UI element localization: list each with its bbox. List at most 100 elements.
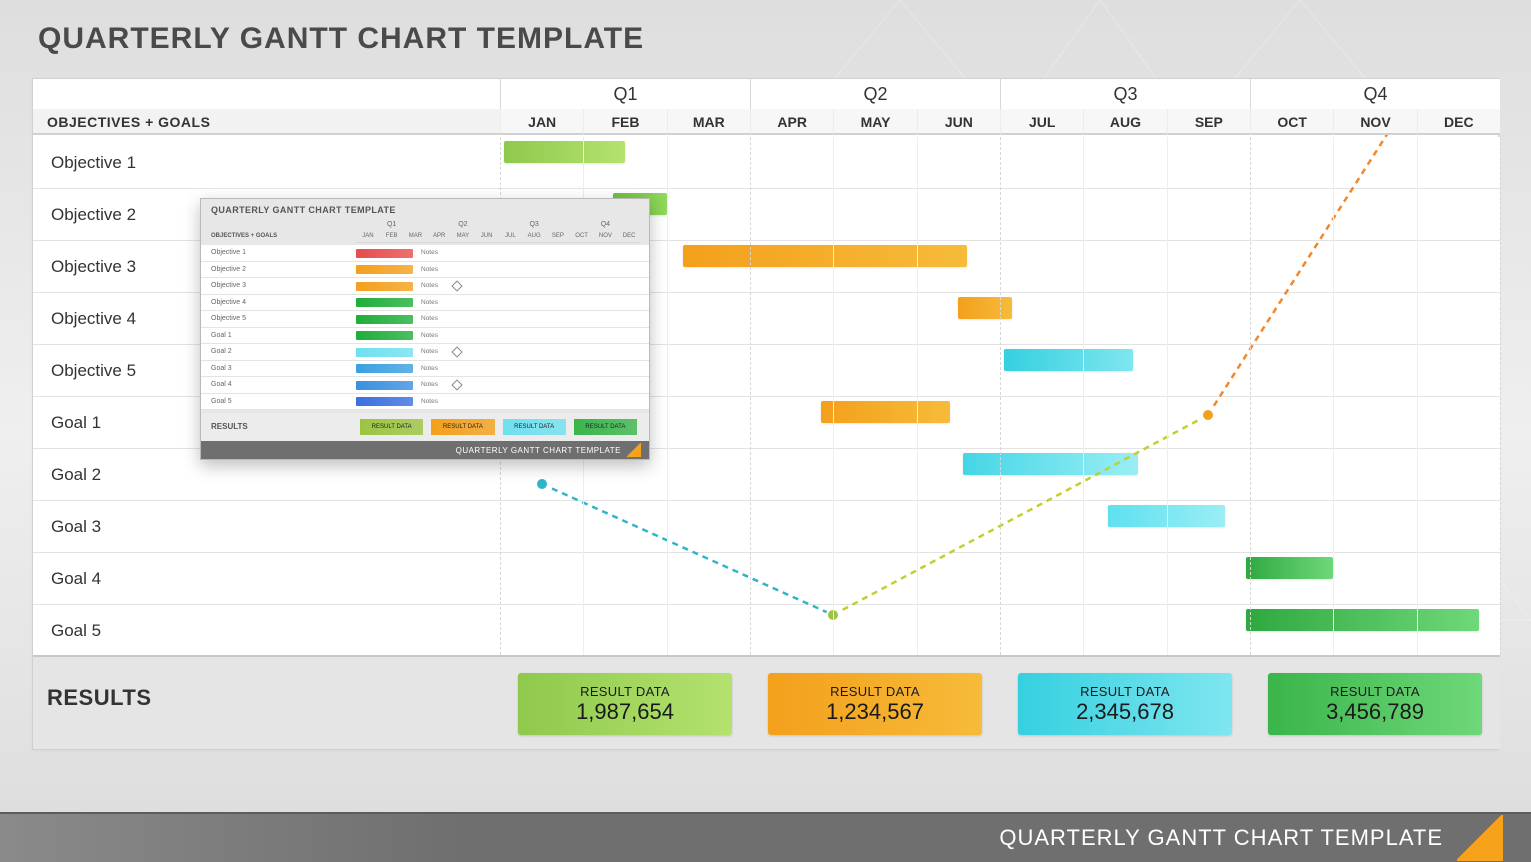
result-box: RESULT DATA3,456,789 xyxy=(1268,673,1482,735)
result-value: 3,456,789 xyxy=(1326,699,1424,725)
thumb-result-box: RESULT DATA xyxy=(431,419,494,435)
thumb-result-box: RESULT DATA xyxy=(503,419,566,435)
thumb-bar xyxy=(356,348,413,357)
thumb-month: OCT xyxy=(570,233,594,243)
thumb-row-label: Objective 4 xyxy=(211,295,246,312)
thumb-results-row: RESULTSRESULT DATARESULT DATARESULT DATA… xyxy=(201,413,649,441)
month-header: SEP xyxy=(1167,109,1250,135)
thumb-bar xyxy=(356,265,413,274)
thumb-row-label: Objective 3 xyxy=(211,278,246,295)
thumb-row: Goal 2 Notes xyxy=(201,344,649,361)
gantt-bar xyxy=(683,245,966,267)
thumb-notes: Notes xyxy=(421,361,438,378)
thumb-row-label: Goal 3 xyxy=(211,361,232,378)
thumb-row: Objective 3 Notes xyxy=(201,278,649,295)
thumb-bar xyxy=(356,331,413,340)
quarter-header: Q4 xyxy=(1250,79,1500,109)
diamond-icon xyxy=(451,280,462,291)
result-data-label: RESULT DATA xyxy=(1330,684,1420,699)
thumb-footer: QUARTERLY GANTT CHART TEMPLATE xyxy=(201,441,649,459)
thumbnail-preview: QUARTERLY GANTT CHART TEMPLATE OBJECTIVE… xyxy=(200,198,650,460)
objectives-header: OBJECTIVES + GOALS xyxy=(33,109,500,135)
results-label: RESULTS xyxy=(47,685,152,711)
thumb-notes: Notes xyxy=(421,295,438,312)
thumb-notes: Notes xyxy=(421,278,438,295)
thumb-month: MAY xyxy=(451,233,475,243)
thumb-obj-header: OBJECTIVES + GOALS xyxy=(211,233,277,239)
thumb-row: Objective 4 Notes xyxy=(201,295,649,312)
thumb-quarter: Q4 xyxy=(570,221,641,233)
result-box: RESULT DATA2,345,678 xyxy=(1018,673,1232,735)
quarter-header: Q2 xyxy=(750,79,1000,109)
thumb-month: SEP xyxy=(546,233,570,243)
gantt-bar xyxy=(1246,609,1479,631)
thumb-bar xyxy=(356,364,413,373)
result-box: RESULT DATA1,987,654 xyxy=(518,673,732,735)
thumb-notes: Notes xyxy=(421,311,438,328)
gantt-row: Goal 3 xyxy=(33,501,1500,553)
row-label: Objective 1 xyxy=(33,137,500,189)
thumb-month: DEC xyxy=(617,233,641,243)
thumb-row: Goal 1 Notes xyxy=(201,328,649,345)
month-header: JUL xyxy=(1000,109,1083,135)
results-row: RESULTS RESULT DATA1,987,654RESULT DATA1… xyxy=(33,655,1500,749)
thumb-bar xyxy=(356,298,413,307)
result-box: RESULT DATA1,234,567 xyxy=(768,673,982,735)
thumb-month: JUN xyxy=(475,233,499,243)
gantt-row: Objective 1 xyxy=(33,137,1500,189)
footer-title: QUARTERLY GANTT CHART TEMPLATE xyxy=(999,825,1443,851)
thumb-row-label: Objective 2 xyxy=(211,262,246,279)
quarter-header: Q3 xyxy=(1000,79,1250,109)
thumb-quarter: Q1 xyxy=(356,221,427,233)
thumb-notes: Notes xyxy=(421,262,438,279)
thumb-row-label: Goal 5 xyxy=(211,394,232,411)
thumb-result-box: RESULT DATA xyxy=(360,419,423,435)
month-header: APR xyxy=(750,109,833,135)
thumb-bar xyxy=(356,381,413,390)
row-label: Goal 5 xyxy=(33,605,500,657)
thumb-notes: Notes xyxy=(421,377,438,394)
month-header: OCT xyxy=(1250,109,1333,135)
footer-bar: QUARTERLY GANTT CHART TEMPLATE xyxy=(0,812,1531,862)
thumb-accent-icon xyxy=(627,443,641,457)
thumb-result-box: RESULT DATA xyxy=(574,419,637,435)
gantt-bar xyxy=(1246,557,1334,579)
month-header: JUN xyxy=(917,109,1000,135)
result-data-label: RESULT DATA xyxy=(1080,684,1170,699)
thumb-row-label: Goal 4 xyxy=(211,377,232,394)
row-label: Goal 3 xyxy=(33,501,500,553)
diamond-icon xyxy=(451,346,462,357)
gantt-bar xyxy=(504,141,625,163)
thumb-bar xyxy=(356,315,413,324)
gantt-bar xyxy=(1004,349,1133,371)
thumb-month: JUL xyxy=(499,233,523,243)
quarter-header: Q1 xyxy=(500,79,750,109)
thumb-quarter: Q3 xyxy=(499,221,570,233)
month-header: AUG xyxy=(1083,109,1166,135)
thumb-row-label: Goal 2 xyxy=(211,344,232,361)
thumb-month: APR xyxy=(427,233,451,243)
month-header: MAY xyxy=(833,109,916,135)
gantt-bar xyxy=(958,297,1012,319)
month-header: NOV xyxy=(1333,109,1416,135)
thumb-row: Goal 5 Notes xyxy=(201,394,649,411)
thumb-notes: Notes xyxy=(421,394,438,411)
result-value: 1,987,654 xyxy=(576,699,674,725)
thumb-bar xyxy=(356,282,413,291)
thumb-title: QUARTERLY GANTT CHART TEMPLATE xyxy=(211,205,396,215)
thumb-month: MAR xyxy=(404,233,428,243)
thumb-row-label: Objective 1 xyxy=(211,245,246,262)
thumb-notes: Notes xyxy=(421,344,438,361)
thumb-row: Objective 5 Notes xyxy=(201,311,649,328)
page-title: QUARTERLY GANTT CHART TEMPLATE xyxy=(38,22,644,56)
thumb-bar xyxy=(356,249,413,258)
footer-accent-icon xyxy=(1457,815,1503,861)
thumb-month: JAN xyxy=(356,233,380,243)
result-data-label: RESULT DATA xyxy=(830,684,920,699)
result-value: 1,234,567 xyxy=(826,699,924,725)
thumb-notes: Notes xyxy=(421,328,438,345)
diamond-icon xyxy=(451,379,462,390)
thumb-row-label: Objective 5 xyxy=(211,311,246,328)
thumb-row-label: Goal 1 xyxy=(211,328,232,345)
thumb-notes: Notes xyxy=(421,245,438,262)
